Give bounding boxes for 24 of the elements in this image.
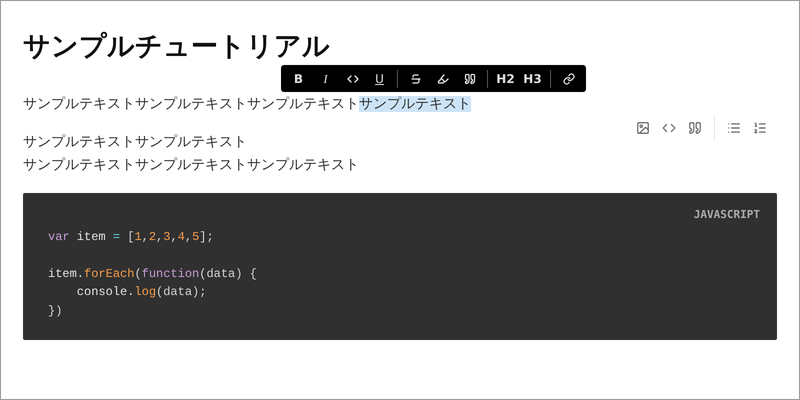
bullet-list-icon[interactable] [727,121,741,135]
format-button[interactable]: H2 [492,66,519,90]
quote-icon[interactable] [688,121,702,135]
format-button[interactable]: I [312,66,339,90]
strikethrough-icon [410,72,422,84]
image-icon[interactable] [636,121,650,135]
format-button[interactable]: U [366,66,393,90]
highlighter-icon [436,72,448,84]
paragraph: サンプルテキストサンプルテキストサンプルテキスト サンプルテキスト [23,95,472,114]
code-line: item.forEach(function(data) { [48,266,257,282]
code-line: console.log(data); [76,284,206,301]
format-button[interactable]: H3 [519,66,546,90]
format-button[interactable]: B [285,66,312,90]
code-line: }) [48,302,62,320]
code-icon [346,72,358,84]
page-title: サンプルチュートリアル [23,30,331,64]
numbered-list-icon[interactable] [753,121,767,135]
quote-icon [464,72,476,84]
language-label: JAVASCRIPT [694,207,760,223]
code-line: var item = [1,2,3,4,5]; [48,228,214,246]
paragraph-line: サンプルテキストサンプルテキスト [23,133,248,152]
code-icon[interactable] [662,121,676,135]
link-icon [562,72,574,84]
paragraph-line: サンプルテキストサンプルテキストサンプルテキスト [23,156,360,175]
